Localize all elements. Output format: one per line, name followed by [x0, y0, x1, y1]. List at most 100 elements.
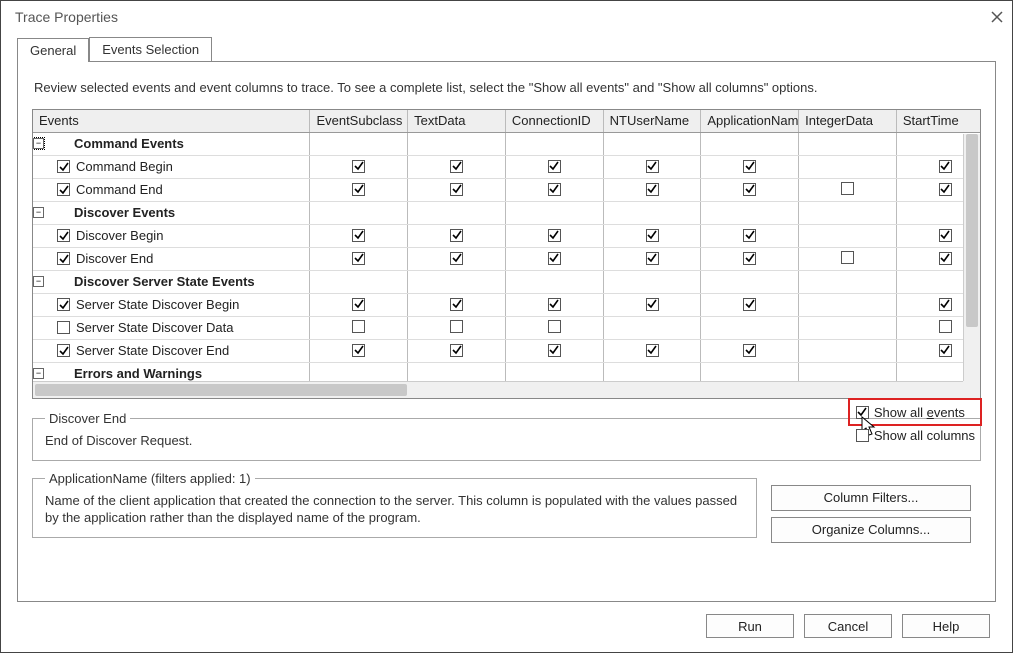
- grid-cell[interactable]: [799, 247, 897, 270]
- checkbox-icon: [352, 229, 365, 242]
- expander-icon[interactable]: −: [33, 138, 44, 149]
- grid-cell[interactable]: [799, 178, 897, 201]
- grid-cell[interactable]: [505, 339, 603, 362]
- close-icon[interactable]: [990, 10, 1004, 24]
- grid-header-row: Events EventSubclass TextData Connection…: [33, 110, 980, 132]
- checkbox-icon: [352, 183, 365, 196]
- grid-cell[interactable]: [799, 155, 897, 178]
- grid-cell: [701, 201, 799, 224]
- event-label: Server State Discover End: [76, 343, 229, 358]
- grid-cell[interactable]: [505, 247, 603, 270]
- grid-cell: [603, 132, 701, 155]
- grid-cell[interactable]: [603, 224, 701, 247]
- organize-columns-button[interactable]: Organize Columns...: [771, 517, 971, 543]
- grid-cell[interactable]: [310, 293, 408, 316]
- grid-cell[interactable]: [701, 316, 799, 339]
- checkbox-icon: [743, 344, 756, 357]
- window-title: Trace Properties: [15, 9, 118, 25]
- checkbox-icon: [548, 252, 561, 265]
- show-all-events-checkbox[interactable]: Show all events: [856, 405, 975, 420]
- grid-cell[interactable]: [408, 339, 506, 362]
- checkbox-icon: [548, 160, 561, 173]
- event-checkbox[interactable]: [57, 344, 70, 357]
- help-button[interactable]: Help: [902, 614, 990, 638]
- grid-cell[interactable]: [701, 339, 799, 362]
- grid-cell[interactable]: [603, 339, 701, 362]
- grid-cell[interactable]: [408, 247, 506, 270]
- col-applicationname[interactable]: ApplicationName: [701, 110, 799, 132]
- col-events[interactable]: Events: [33, 110, 310, 132]
- grid-cell[interactable]: [799, 293, 897, 316]
- tab-events-selection[interactable]: Events Selection: [89, 37, 212, 61]
- grid-event-row: Discover Begin: [33, 224, 980, 247]
- col-eventsubclass[interactable]: EventSubclass: [310, 110, 408, 132]
- grid-cell[interactable]: [310, 155, 408, 178]
- grid-cell[interactable]: [310, 316, 408, 339]
- checkbox-icon: [939, 298, 952, 311]
- grid-cell[interactable]: [603, 247, 701, 270]
- col-connectionid[interactable]: ConnectionID: [505, 110, 603, 132]
- grid-cell[interactable]: [310, 178, 408, 201]
- grid-cell[interactable]: [603, 293, 701, 316]
- col-integerdata[interactable]: IntegerData: [799, 110, 897, 132]
- grid-cell[interactable]: [701, 224, 799, 247]
- event-checkbox[interactable]: [57, 298, 70, 311]
- tab-general[interactable]: General: [17, 38, 89, 62]
- event-label: Server State Discover Data: [76, 320, 234, 335]
- grid-cell[interactable]: [408, 155, 506, 178]
- grid-cell[interactable]: [505, 293, 603, 316]
- grid-cell[interactable]: [701, 247, 799, 270]
- expander-icon[interactable]: −: [33, 368, 44, 379]
- grid-cell: [505, 132, 603, 155]
- grid-cell: [408, 270, 506, 293]
- group-label: Errors and Warnings: [74, 366, 202, 381]
- checkbox-icon: [939, 183, 952, 196]
- grid-cell[interactable]: [408, 293, 506, 316]
- grid-cell[interactable]: [701, 178, 799, 201]
- grid-cell[interactable]: [310, 339, 408, 362]
- col-ntusername[interactable]: NTUserName: [603, 110, 701, 132]
- grid-cell[interactable]: [799, 224, 897, 247]
- horizontal-scrollbar[interactable]: [33, 381, 963, 398]
- grid-cell: [310, 270, 408, 293]
- vertical-scrollbar[interactable]: [963, 134, 980, 381]
- grid-cell[interactable]: [505, 224, 603, 247]
- grid-cell[interactable]: [701, 293, 799, 316]
- grid-cell[interactable]: [505, 316, 603, 339]
- expander-icon[interactable]: −: [33, 207, 44, 218]
- checkbox-icon: [856, 429, 869, 442]
- col-starttime[interactable]: StartTime: [896, 110, 980, 132]
- checkbox-icon: [548, 320, 561, 333]
- event-checkbox[interactable]: [57, 229, 70, 242]
- grid-cell[interactable]: [603, 155, 701, 178]
- run-button[interactable]: Run: [706, 614, 794, 638]
- grid-cell[interactable]: [701, 155, 799, 178]
- grid-cell[interactable]: [505, 155, 603, 178]
- grid-cell[interactable]: [603, 316, 701, 339]
- show-all-columns-checkbox[interactable]: Show all columns: [856, 428, 975, 443]
- grid-cell: [701, 270, 799, 293]
- grid-cell[interactable]: [310, 224, 408, 247]
- event-checkbox[interactable]: [57, 252, 70, 265]
- event-checkbox[interactable]: [57, 160, 70, 173]
- grid-cell[interactable]: [799, 339, 897, 362]
- grid-cell[interactable]: [408, 316, 506, 339]
- grid-cell[interactable]: [408, 224, 506, 247]
- checkbox-icon: [450, 298, 463, 311]
- grid-cell: [408, 201, 506, 224]
- event-checkbox[interactable]: [57, 321, 70, 334]
- grid-cell[interactable]: [310, 247, 408, 270]
- grid-cell[interactable]: [799, 316, 897, 339]
- expander-icon[interactable]: −: [33, 276, 44, 287]
- titlebar: Trace Properties: [1, 1, 1012, 33]
- checkbox-icon: [548, 183, 561, 196]
- grid-cell[interactable]: [505, 178, 603, 201]
- grid-cell[interactable]: [408, 178, 506, 201]
- cancel-button[interactable]: Cancel: [804, 614, 892, 638]
- column-filters-button[interactable]: Column Filters...: [771, 485, 971, 511]
- checkbox-icon: [450, 320, 463, 333]
- grid-cell[interactable]: [603, 178, 701, 201]
- event-checkbox[interactable]: [57, 183, 70, 196]
- col-textdata[interactable]: TextData: [408, 110, 506, 132]
- checkbox-icon: [939, 229, 952, 242]
